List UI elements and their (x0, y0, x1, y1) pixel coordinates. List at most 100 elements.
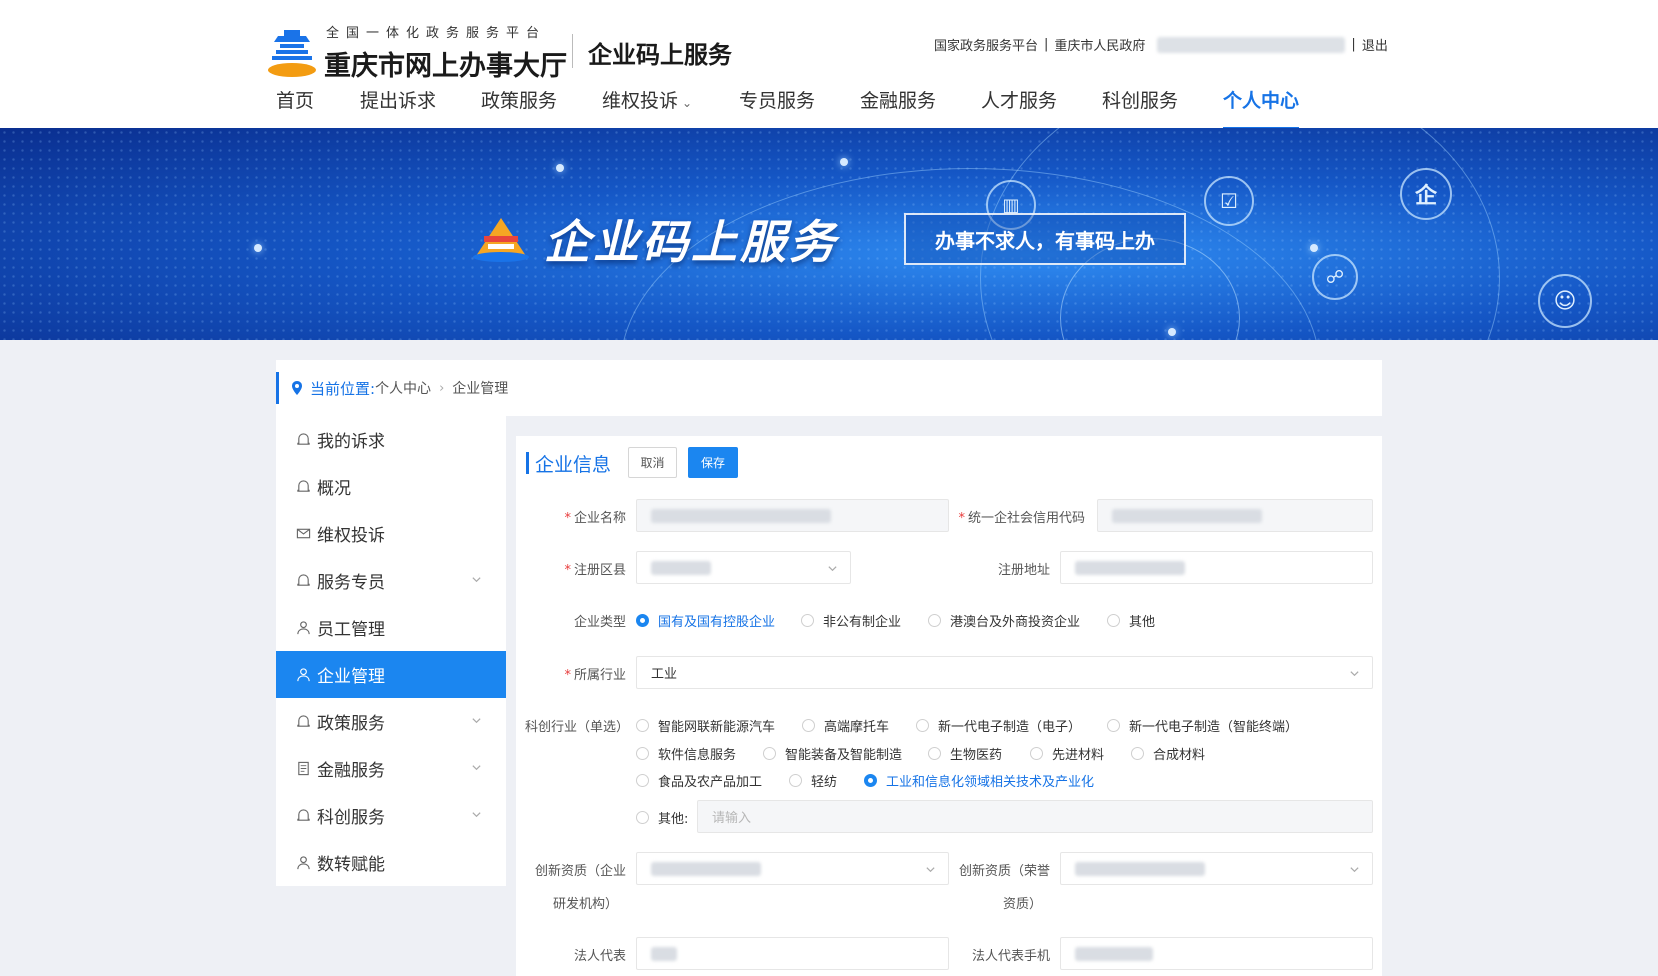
user-icon (297, 856, 310, 870)
radio-label: 工业和信息化领域相关技术及产业化 (886, 775, 1095, 790)
sidebar-item-label: 金融服务 (317, 761, 385, 781)
innovation-honor-label-line2: 资质） (1002, 897, 1042, 912)
sidebar-item-innovation-service[interactable]: 科创服务 (276, 792, 506, 839)
tech-industry-other-option[interactable]: 其他: (636, 808, 688, 827)
company-type-label: 企业类型 (573, 615, 626, 630)
innovation-honor-select[interactable] (1060, 852, 1373, 885)
innovation-org-select[interactable] (636, 852, 949, 885)
industry-value: 工业 (651, 667, 678, 682)
company-type-option[interactable]: 港澳台及外商投资企业 (928, 611, 1080, 630)
sidebar-item-service-specialist[interactable]: 服务专员 (276, 557, 506, 604)
nav-submit-request[interactable]: 提出诉求 (360, 86, 481, 128)
tech-industry-option[interactable]: 新一代电子制造（电子） (916, 716, 1081, 735)
nav-talent-service[interactable]: 人才服务 (981, 86, 1102, 128)
nav-rights-complaint[interactable]: 维权投诉 ⌄ (602, 86, 739, 128)
credit-code-field[interactable] (1097, 499, 1373, 532)
bell-icon (297, 715, 310, 727)
radio-label: 生物医药 (950, 748, 1003, 763)
chevron-down-icon (472, 765, 481, 771)
company-type-option[interactable]: 国有及国有控股企业 (636, 611, 775, 630)
radio-label: 其他: (658, 812, 689, 827)
tech-industry-option[interactable]: 智能装备及智能制造 (763, 744, 902, 763)
cancel-button[interactable]: 取消 (628, 447, 677, 478)
company-type-option[interactable]: 非公有制企业 (801, 611, 901, 630)
radio-selected-icon (636, 614, 649, 627)
tech-industry-other-input[interactable]: 请输入 (697, 800, 1373, 833)
sidebar: 我的诉求 概况 维权投诉 服务专员 员工管理 企业管理 政策服务 金融服务 科创… (276, 416, 506, 886)
nav-specialist-service[interactable]: 专员服务 (739, 86, 860, 128)
nav-personal-center[interactable]: 个人中心 (1223, 86, 1300, 130)
tech-industry-option[interactable]: 轻纺 (789, 771, 837, 790)
tech-industry-option[interactable]: 先进材料 (1030, 744, 1104, 763)
sidebar-item-my-requests[interactable]: 我的诉求 (276, 416, 506, 463)
tech-industry-option[interactable]: 新一代电子制造（智能终端） (1107, 716, 1298, 735)
address-field[interactable] (1060, 551, 1373, 584)
sidebar-item-label: 企业管理 (317, 667, 385, 687)
sidebar-item-policy-service[interactable]: 政策服务 (276, 698, 506, 745)
radio-label: 新一代电子制造（智能终端） (1129, 720, 1299, 735)
nav-finance-service[interactable]: 金融服务 (860, 86, 981, 128)
legal-rep-field[interactable] (636, 937, 949, 970)
redacted-value (1075, 946, 1153, 961)
radio-icon (636, 719, 649, 732)
top-links: 国家政务服务平台 | 重庆市人民政府 | 退出 (934, 35, 1388, 54)
chevron-down-icon (828, 566, 837, 572)
innovation-org-label: 创新资质（企业 (534, 864, 626, 879)
link-chongqing-government[interactable]: 重庆市人民政府 (1054, 35, 1145, 54)
tech-industry-option[interactable]: 工业和信息化领域相关技术及产业化 (864, 771, 1094, 790)
sidebar-item-label: 员工管理 (317, 620, 385, 640)
link-national-platform[interactable]: 国家政务服务平台 (934, 35, 1038, 54)
location-pin-icon (292, 381, 302, 395)
save-button[interactable]: 保存 (688, 447, 738, 478)
nav-rights-complaint-label: 维权投诉 (602, 90, 679, 112)
logout-link[interactable]: 退出 (1362, 35, 1388, 54)
bell-icon (297, 574, 310, 586)
radio-icon (1107, 719, 1120, 732)
sidebar-item-rights-complaint[interactable]: 维权投诉 (276, 510, 506, 557)
company-name-field[interactable] (636, 499, 949, 532)
chevron-right-icon: › (439, 380, 445, 396)
industry-select[interactable]: 工业 (636, 656, 1373, 689)
tech-industry-option[interactable]: 高端摩托车 (802, 716, 889, 735)
nav-innovation-service[interactable]: 科创服务 (1102, 86, 1223, 128)
nav-home[interactable]: 首页 (276, 86, 360, 128)
tech-industry-option[interactable]: 生物医药 (928, 744, 1002, 763)
sidebar-item-digital-empowerment[interactable]: 数转赋能 (276, 839, 506, 886)
radio-label: 合成材料 (1153, 748, 1206, 763)
legal-rep-label: 法人代表 (573, 949, 626, 964)
link-separator: | (1044, 37, 1049, 52)
legal-phone-field[interactable] (1060, 937, 1373, 970)
sidebar-item-employee-management[interactable]: 员工管理 (276, 604, 506, 651)
platform-title[interactable]: 重庆市网上办事大厅 (324, 44, 567, 83)
redacted-username (1157, 36, 1346, 53)
radio-label: 轻纺 (811, 775, 838, 790)
nav-policy-service[interactable]: 政策服务 (481, 86, 602, 128)
redacted-value (651, 560, 711, 575)
sidebar-item-company-management[interactable]: 企业管理 (276, 651, 506, 698)
tech-industry-option[interactable]: 合成材料 (1131, 744, 1205, 763)
sidebar-item-overview[interactable]: 概况 (276, 463, 506, 510)
platform-subtitle: 全国一体化政务服务平台 (326, 26, 547, 41)
user-icon (297, 621, 310, 635)
breadcrumb: 当前位置: 个人中心 › 企业管理 (276, 360, 1382, 416)
radio-icon (801, 614, 814, 627)
link-separator: | (1351, 37, 1356, 52)
tech-industry-option[interactable]: 软件信息服务 (636, 744, 736, 763)
chevron-down-icon: ⌄ (682, 96, 693, 110)
user-icon (297, 668, 310, 682)
chevron-down-icon (472, 718, 481, 724)
radio-icon (1131, 747, 1144, 760)
legal-phone-label: 法人代表手机 (971, 949, 1050, 964)
chongqing-logo-icon[interactable] (266, 26, 318, 78)
banner-node (840, 158, 848, 166)
company-type-option[interactable]: 其他 (1107, 611, 1155, 630)
district-select[interactable] (636, 551, 851, 584)
tech-industry-option[interactable]: 智能网联新能源汽车 (636, 716, 775, 735)
radio-icon (636, 774, 649, 787)
breadcrumb-personal-center[interactable]: 个人中心 (375, 378, 431, 398)
radio-label: 高端摩托车 (824, 720, 890, 735)
breadcrumb-label: 当前位置: (310, 379, 376, 398)
radio-icon (636, 811, 649, 824)
sidebar-item-finance-service[interactable]: 金融服务 (276, 745, 506, 792)
tech-industry-option[interactable]: 食品及农产品加工 (636, 771, 762, 790)
